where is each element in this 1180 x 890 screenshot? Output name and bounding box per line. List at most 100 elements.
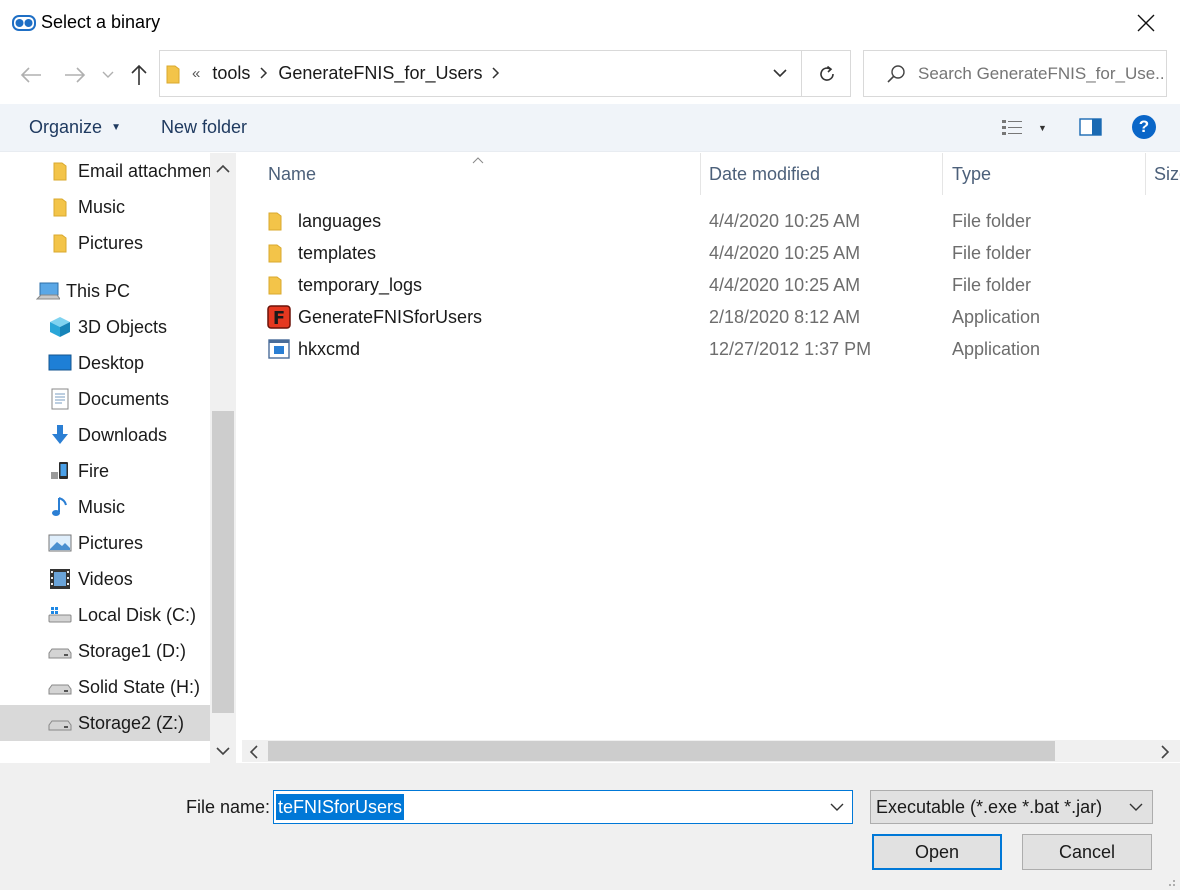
breadcrumb-tools[interactable]: tools — [212, 63, 250, 84]
search-input[interactable] — [918, 63, 1163, 84]
sidebar-item-music-folder[interactable]: Music — [0, 189, 210, 225]
file-name: temporary_logs — [298, 274, 423, 295]
sidebar-item-storage1-d[interactable]: Storage1 (D:) — [0, 633, 210, 669]
folder-icon — [166, 64, 180, 84]
horizontal-scroll-thumb[interactable] — [268, 741, 1055, 761]
column-header-date-modified[interactable]: Date modified — [701, 153, 942, 195]
address-overflow[interactable]: « — [192, 65, 200, 82]
sidebar-item-3d-objects[interactable]: 3D Objects — [0, 309, 210, 345]
up-arrow-icon — [131, 64, 147, 85]
view-options-button[interactable]: ▼ — [1000, 116, 1050, 140]
organize-label: Organize — [29, 117, 103, 137]
scroll-up-icon[interactable] — [216, 161, 230, 179]
search-box[interactable] — [863, 50, 1167, 97]
sidebar-item-this-pc[interactable]: This PC — [0, 273, 210, 309]
forward-button[interactable] — [60, 60, 90, 90]
window-app-icon — [268, 333, 290, 365]
pictures-icon — [48, 531, 72, 555]
scroll-down-icon[interactable] — [216, 743, 230, 761]
file-name-input[interactable]: teFNISforUsers — [273, 790, 853, 824]
recent-locations-button[interactable] — [96, 60, 120, 90]
sidebar-item-storage2-z[interactable]: Storage2 (Z:) — [0, 705, 210, 741]
file-list-horizontal-scrollbar[interactable] — [242, 740, 1180, 762]
scroll-right-icon[interactable] — [1160, 745, 1170, 764]
sidebar-item-label: Fire — [78, 460, 109, 481]
sidebar-item-documents[interactable]: Documents — [0, 381, 210, 417]
sidebar-item-desktop[interactable]: Desktop — [0, 345, 210, 381]
address-bar[interactable]: « tools GenerateFNIS_for_Users — [159, 50, 851, 97]
address-dropdown-button[interactable] — [760, 51, 800, 96]
organize-button[interactable]: Organize ▼ — [29, 117, 121, 138]
download-arrow-icon — [48, 423, 72, 447]
sidebar-scrollbar[interactable] — [210, 153, 236, 763]
forward-arrow-icon — [65, 67, 86, 83]
chevron-right-icon[interactable] — [260, 66, 268, 82]
file-name: hkxcmd — [298, 338, 361, 359]
chevron-down-icon — [102, 71, 114, 78]
chevron-right-icon[interactable] — [492, 66, 500, 82]
column-header-name[interactable]: Name — [242, 153, 700, 195]
file-row-temporary-logs[interactable]: temporary_logs 4/4/2020 10:25 AM File fo… — [242, 269, 1180, 301]
sidebar-item-fire[interactable]: Fire — [0, 453, 210, 489]
file-row-languages[interactable]: languages 4/4/2020 10:25 AM File folder — [242, 205, 1180, 237]
sidebar-item-local-disk-c[interactable]: Local Disk (C:) — [0, 597, 210, 633]
scroll-left-icon[interactable] — [249, 745, 259, 764]
column-header-type[interactable]: Type — [943, 153, 1145, 195]
folder-icon — [268, 205, 282, 237]
preview-pane-button[interactable] — [1079, 117, 1103, 137]
file-type-filter-select[interactable]: Executable (*.exe *.bat *.jar) — [870, 790, 1153, 824]
up-button[interactable] — [124, 60, 154, 90]
sidebar-item-pictures-folder[interactable]: Pictures — [0, 225, 210, 261]
fnis-app-icon: F — [267, 301, 291, 333]
caret-down-icon: ▼ — [1038, 123, 1047, 133]
chevron-down-icon — [1124, 791, 1148, 823]
file-name-selected-text[interactable]: teFNISforUsers — [276, 794, 405, 820]
sidebar-item-label: Desktop — [78, 352, 145, 373]
refresh-button[interactable] — [801, 51, 851, 96]
sidebar-item-label: Videos — [78, 568, 133, 589]
sidebar-item-label: Local Disk (C:) — [78, 604, 197, 625]
music-note-icon — [48, 495, 72, 519]
sidebar-item-videos[interactable]: Videos — [0, 561, 210, 597]
back-button[interactable] — [16, 60, 46, 90]
new-folder-button[interactable]: New folder — [161, 117, 247, 138]
close-button[interactable] — [1126, 6, 1166, 40]
dialog-footer — [0, 763, 1180, 890]
sidebar-item-label: Music — [78, 496, 126, 517]
sidebar-item-email-attachments[interactable]: Email attachmen — [0, 153, 210, 189]
videos-icon — [48, 567, 72, 591]
open-button[interactable]: Open — [872, 834, 1002, 870]
drive-icon — [48, 711, 72, 735]
sidebar-item-solid-state-h[interactable]: Solid State (H:) — [0, 669, 210, 705]
sidebar-item-music[interactable]: Music — [0, 489, 210, 525]
chevron-down-icon — [773, 69, 787, 78]
sidebar-item-label: Storage2 (Z:) — [78, 712, 185, 733]
help-icon: ? — [1138, 117, 1150, 136]
column-header-size[interactable]: Size — [1146, 153, 1180, 195]
sidebar-scroll-thumb[interactable] — [212, 411, 234, 713]
file-row-templates[interactable]: templates 4/4/2020 10:25 AM File folder — [242, 237, 1180, 269]
file-type: Application — [952, 306, 1041, 327]
drive-icon — [48, 639, 72, 663]
file-type: File folder — [952, 242, 1032, 263]
sidebar-item-label: Solid State (H:) — [78, 676, 201, 697]
file-date: 4/4/2020 10:25 AM — [709, 210, 861, 231]
file-name-dropdown-button[interactable] — [822, 791, 852, 823]
computer-icon — [36, 279, 60, 303]
3d-objects-icon — [48, 315, 72, 339]
sidebar-item-label: Pictures — [78, 232, 144, 253]
sidebar-item-pictures[interactable]: Pictures — [0, 525, 210, 561]
resize-grip-icon[interactable] — [1158, 870, 1178, 888]
details-view-icon — [1002, 120, 1022, 135]
sidebar-item-label: Storage1 (D:) — [78, 640, 187, 661]
file-row-generatefnisforusers[interactable]: F GenerateFNISforUsers 2/18/2020 8:12 AM… — [242, 301, 1180, 333]
sidebar-item-downloads[interactable]: Downloads — [0, 417, 210, 453]
sidebar-item-label: Documents — [78, 388, 170, 409]
breadcrumb-generatefnis[interactable]: GenerateFNIS_for_Users — [278, 63, 482, 84]
help-button[interactable]: ? — [1132, 115, 1156, 139]
sidebar-item-label: 3D Objects — [78, 316, 168, 337]
close-icon — [1137, 14, 1155, 32]
file-row-hkxcmd[interactable]: hkxcmd 12/27/2012 1:37 PM Application — [242, 333, 1180, 365]
app-icon — [12, 14, 36, 32]
cancel-button[interactable]: Cancel — [1022, 834, 1152, 870]
